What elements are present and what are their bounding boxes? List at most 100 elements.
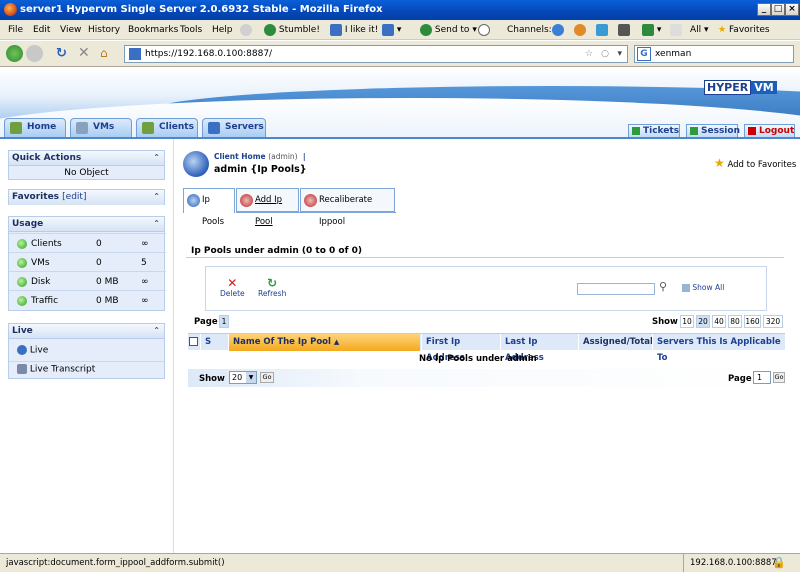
vms-icon bbox=[76, 122, 88, 134]
menu-file[interactable]: File bbox=[8, 25, 23, 35]
photo-icon[interactable] bbox=[596, 23, 608, 38]
action-box: ✕ Delete ↻ Refresh ⚲ Show All bbox=[205, 266, 767, 311]
col-first-ip[interactable]: First Ip Address bbox=[421, 334, 500, 363]
forward-button[interactable] bbox=[26, 45, 43, 62]
col-servers[interactable]: Servers This Is Applicable To bbox=[652, 334, 785, 363]
delete-button[interactable]: ✕ Delete bbox=[220, 277, 245, 298]
bookmark-star-icon[interactable]: ☆ bbox=[585, 46, 593, 62]
collapse-icon[interactable]: ⌃ bbox=[153, 217, 160, 231]
window-titlebar: server1 Hypervm Single Server 2.0.6932 S… bbox=[0, 0, 800, 20]
usage-header[interactable]: Usage ⌃ bbox=[9, 217, 164, 232]
subtab-add-ip-pool[interactable]: Add Ip Pool bbox=[236, 188, 299, 227]
menu-history[interactable]: History bbox=[88, 25, 120, 35]
close-button[interactable]: × bbox=[785, 3, 799, 16]
status-dot-icon bbox=[17, 277, 27, 287]
status-dot-icon bbox=[17, 296, 27, 306]
logout-tab[interactable]: Logout bbox=[744, 124, 795, 138]
site-icon bbox=[129, 48, 141, 60]
like-button[interactable]: I like it! bbox=[330, 23, 378, 38]
add-to-favorites-link[interactable]: ★ Add to Favorites bbox=[714, 156, 796, 170]
page-number-input[interactable]: 1 bbox=[753, 371, 771, 384]
session-tab[interactable]: Session bbox=[686, 124, 740, 138]
back-button[interactable] bbox=[6, 45, 23, 62]
tab-clients[interactable]: Clients bbox=[136, 118, 198, 137]
ip-pools-icon bbox=[187, 194, 200, 207]
tab-servers[interactable]: Servers bbox=[202, 118, 266, 137]
live-header[interactable]: Live ⌃ bbox=[9, 324, 164, 339]
search-icon[interactable]: ⚲ bbox=[659, 280, 667, 293]
col-status[interactable]: S bbox=[200, 334, 228, 351]
tickets-tab[interactable]: Tickets bbox=[628, 124, 680, 138]
refresh-button[interactable]: ↻ Refresh bbox=[258, 277, 286, 298]
page-1-button[interactable]: 1 bbox=[219, 315, 229, 328]
window-title: server1 Hypervm Single Server 2.0.6932 S… bbox=[20, 4, 383, 15]
tag-icon[interactable] bbox=[670, 23, 682, 38]
maximize-button[interactable]: □ bbox=[771, 3, 785, 16]
navigation-toolbar: ↻ ✕ ⌂ https://192.168.0.100:8887/ ☆ ○ ▾ … bbox=[0, 41, 800, 67]
live-transcript-link[interactable]: Live Transcript bbox=[17, 364, 95, 375]
client-home-breadcrumb[interactable]: Client Home (admin) | bbox=[214, 152, 306, 161]
all-button[interactable]: All ▾ bbox=[690, 23, 709, 38]
collapse-icon[interactable]: ⌃ bbox=[153, 151, 160, 165]
footer-go-button[interactable]: Go bbox=[260, 372, 274, 383]
minimize-button[interactable]: _ bbox=[757, 3, 771, 16]
send-to-button[interactable]: Send to ▾ bbox=[420, 23, 477, 38]
search-box[interactable]: Gxenman bbox=[634, 45, 794, 63]
stop-button[interactable]: ✕ bbox=[78, 45, 95, 62]
subtab-ip-pools[interactable]: Ip Pools bbox=[183, 188, 235, 227]
status-dot-icon bbox=[17, 239, 27, 249]
lock-icon[interactable]: 🔒 bbox=[772, 556, 786, 569]
status-dot-icon bbox=[17, 258, 27, 268]
menu-edit[interactable]: Edit bbox=[33, 25, 50, 35]
tab-home[interactable]: Home bbox=[4, 118, 66, 137]
search-input[interactable]: xenman bbox=[655, 49, 691, 59]
show-all-link[interactable]: Show All bbox=[682, 283, 724, 292]
favorites-button[interactable]: ★ Favorites bbox=[718, 23, 770, 38]
menu-bookmarks[interactable]: Bookmarks bbox=[128, 25, 178, 35]
shop-icon[interactable]: ▾ bbox=[642, 23, 661, 38]
feed-icon[interactable]: ○ bbox=[601, 46, 609, 62]
show-20-button[interactable]: 20 bbox=[696, 315, 710, 328]
video-icon[interactable] bbox=[618, 23, 630, 38]
reload-button[interactable]: ↻ bbox=[56, 45, 73, 62]
col-name[interactable]: Name Of The Ip Pool ▲ bbox=[228, 334, 420, 351]
globe-icon[interactable] bbox=[552, 23, 564, 38]
collapse-icon[interactable]: ⌃ bbox=[153, 190, 160, 204]
show-40-button[interactable]: 40 bbox=[712, 315, 726, 328]
url-bar[interactable]: https://192.168.0.100:8887/ ☆ ○ ▾ bbox=[124, 45, 628, 63]
col-last-ip[interactable]: Last Ip Address bbox=[500, 334, 578, 363]
show-320-button[interactable]: 320 bbox=[763, 315, 783, 328]
stumble-button[interactable]: Stumble! bbox=[264, 23, 320, 38]
page-go-button[interactable]: Go bbox=[773, 372, 785, 383]
quick-actions-header[interactable]: Quick Actions ⌃ bbox=[9, 151, 164, 166]
list-icon bbox=[682, 284, 690, 292]
panel-divider bbox=[173, 139, 174, 553]
url-dropdown-icon[interactable]: ▾ bbox=[617, 46, 622, 62]
google-icon[interactable]: G bbox=[637, 47, 651, 61]
live-link[interactable]: Live bbox=[17, 345, 48, 356]
star-icon: ★ bbox=[714, 156, 725, 170]
subtab-recaliberate[interactable]: Recaliberate Ippool bbox=[300, 188, 395, 227]
dislike-button[interactable]: ▾ bbox=[382, 23, 401, 38]
favorites-edit-link[interactable]: [edit] bbox=[62, 192, 86, 202]
tab-vms[interactable]: VMs bbox=[70, 118, 132, 137]
home-button[interactable]: ⌂ bbox=[100, 45, 117, 62]
page-title: admin {Ip Pools} bbox=[214, 164, 307, 175]
menu-tools[interactable]: Tools bbox=[180, 25, 202, 35]
show-80-button[interactable]: 80 bbox=[728, 315, 742, 328]
menu-view[interactable]: View bbox=[60, 25, 81, 35]
usage-panel: Usage ⌃ Clients 0 ∞ VMs 0 5 Disk 0 MB ∞ Traffic… bbox=[8, 216, 166, 311]
add-ip-pool-icon bbox=[240, 194, 253, 207]
empty-message: No Ip Pools under admin bbox=[419, 354, 537, 364]
page-size-select[interactable]: 20 ▼ bbox=[229, 371, 257, 384]
select-all-checkbox[interactable] bbox=[189, 337, 198, 346]
filter-input[interactable] bbox=[577, 283, 655, 295]
show-10-button[interactable]: 10 bbox=[680, 315, 694, 328]
collapse-icon[interactable]: ⌃ bbox=[153, 324, 160, 338]
menu-help[interactable]: Help bbox=[212, 25, 233, 35]
people-icon[interactable] bbox=[574, 23, 586, 38]
col-assigned-total[interactable]: Assigned/Total bbox=[578, 334, 653, 351]
toolbar-throbber-icon bbox=[240, 23, 252, 38]
show-160-button[interactable]: 160 bbox=[744, 315, 761, 328]
comment-icon[interactable] bbox=[478, 23, 490, 38]
